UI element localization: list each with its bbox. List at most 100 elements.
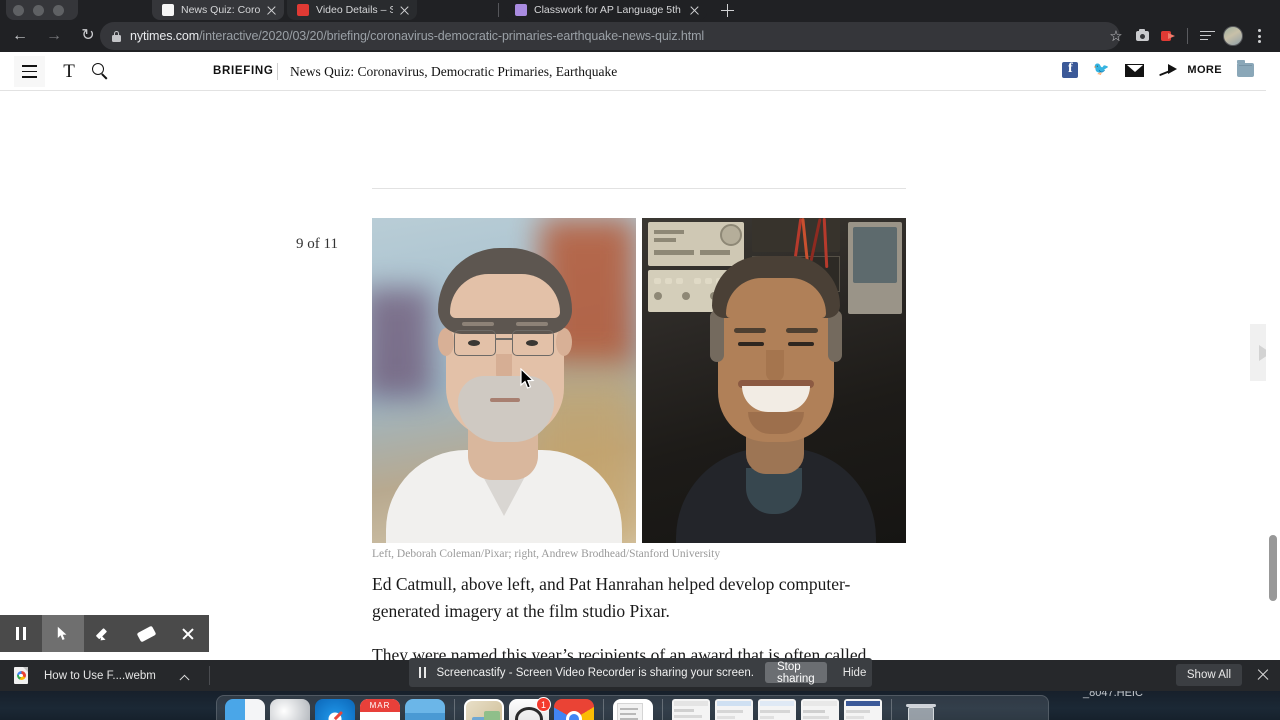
minimized-window[interactable]	[844, 699, 882, 720]
tab-divider	[498, 3, 499, 17]
tab-strip: News Quiz: Coronavirus, Democ Video Deta…	[0, 0, 1280, 20]
close-downloads-bar-icon[interactable]	[1256, 668, 1270, 682]
omnibox-actions: ☆	[1103, 22, 1272, 50]
email-icon[interactable]	[1125, 63, 1145, 77]
url-path: /interactive/2020/03/20/briefing/coronav…	[199, 29, 705, 43]
photo-pair	[372, 218, 906, 543]
minimized-window[interactable]	[801, 699, 839, 720]
eraser-tool-button[interactable]	[125, 615, 167, 652]
sharing-message: Screencastify - Screen Video Recorder is…	[436, 666, 754, 679]
maximize-window-button[interactable]	[53, 4, 64, 16]
tab-news-quiz[interactable]: News Quiz: Coronavirus, Democ	[152, 0, 284, 20]
mail-icon[interactable]: 1	[509, 697, 551, 720]
star-glyph: ☆	[1109, 27, 1123, 45]
minimize-window-button[interactable]	[33, 4, 44, 16]
window-traffic-lights[interactable]	[6, 0, 78, 20]
section-divider	[372, 188, 906, 189]
profile-avatar[interactable]	[1220, 22, 1246, 50]
tab-close-icon[interactable]	[688, 4, 701, 17]
back-arrow-icon: ←	[12, 27, 28, 44]
eraser-icon	[136, 625, 157, 642]
tab-close-icon[interactable]	[398, 4, 411, 17]
downloads-divider	[209, 666, 210, 685]
mail-badge: 1	[536, 697, 551, 712]
pen-icon	[96, 626, 112, 643]
google-classroom-favicon	[515, 4, 527, 16]
close-toolbar-button[interactable]	[167, 615, 209, 652]
reading-list-icon[interactable]	[1194, 22, 1220, 50]
menu-icon[interactable]	[14, 56, 45, 87]
share-more-label: MORE	[1187, 64, 1222, 76]
photo-ed-catmull	[372, 218, 636, 543]
chevron-up-icon[interactable]	[178, 668, 194, 684]
trash-icon[interactable]	[901, 699, 941, 720]
screencastify-toolbar	[0, 615, 209, 652]
screenshot-camera-icon[interactable]	[1129, 22, 1155, 50]
notes-icon[interactable]	[405, 699, 445, 720]
photo-credit: Left, Deborah Coleman/Pixar; right, Andr…	[372, 548, 721, 560]
close-window-button[interactable]	[13, 4, 24, 16]
tab-title: News Quiz: Coronavirus, Democ	[181, 4, 260, 16]
reload-icon: ↻	[81, 27, 95, 44]
finder-icon[interactable]	[225, 699, 265, 720]
close-icon	[181, 627, 195, 641]
share-more-button[interactable]: MORE	[1159, 63, 1222, 77]
lock-icon	[112, 30, 121, 42]
screencastify-favicon	[297, 4, 309, 16]
url-domain: nytimes.com	[130, 29, 200, 43]
safari-icon[interactable]	[315, 699, 355, 720]
pause-recording-button[interactable]	[0, 615, 42, 652]
mac-dock: MAR 1	[216, 695, 1049, 720]
screencastify-extension-icon[interactable]	[1155, 22, 1181, 50]
hide-sharing-bar-button[interactable]: Hide	[843, 667, 867, 679]
back-button[interactable]: ←	[6, 22, 34, 50]
calendar-icon[interactable]: MAR	[360, 699, 400, 720]
toolbar-divider	[1187, 28, 1188, 44]
cursor-tool-icon	[57, 626, 67, 640]
chrome-icon[interactable]	[554, 699, 594, 720]
tab-close-icon[interactable]	[265, 4, 278, 17]
page-title: News Quiz: Coronavirus, Democratic Prima…	[290, 64, 618, 79]
bookmark-star-icon[interactable]: ☆	[1103, 22, 1129, 50]
search-icon[interactable]	[92, 63, 111, 82]
new-tab-button[interactable]	[718, 1, 737, 19]
dock-divider	[603, 698, 604, 720]
pen-tool-button[interactable]	[84, 615, 126, 652]
save-folder-icon[interactable]	[1237, 60, 1254, 77]
photos-icon[interactable]	[464, 699, 504, 720]
cursor-tool-button[interactable]	[41, 615, 84, 652]
nyt-logo[interactable]: T	[58, 62, 80, 82]
url-text: nytimes.com/interactive/2020/03/20/brief…	[130, 29, 704, 43]
siri-icon[interactable]	[270, 699, 310, 720]
kicker-divider	[277, 63, 278, 80]
download-item[interactable]: How to Use F....webm	[14, 664, 194, 687]
reload-button[interactable]: ↻	[74, 22, 102, 50]
section-kicker[interactable]: BRIEFING	[213, 65, 274, 77]
chrome-menu-icon[interactable]	[1246, 22, 1272, 50]
nyt-site-header: T BRIEFING News Quiz: Coronavirus, Democ…	[0, 52, 1280, 91]
tab-video-details[interactable]: Video Details – Screencastify	[287, 0, 417, 20]
article-body: 9 of 11 Left, Deborah Coleman/Pixar; rig…	[0, 91, 1280, 660]
forward-button[interactable]: →	[40, 22, 68, 50]
minimized-window[interactable]	[672, 699, 710, 720]
pause-icon	[419, 667, 426, 678]
mouse-cursor	[520, 368, 535, 389]
address-bar[interactable]: nytimes.com/interactive/2020/03/20/brief…	[100, 22, 1120, 50]
preview-icon[interactable]	[613, 699, 653, 720]
calendar-month-label: MAR	[360, 699, 400, 712]
show-all-downloads-button[interactable]: Show All	[1175, 664, 1242, 686]
minimized-window[interactable]	[758, 699, 796, 720]
download-file-name: How to Use F....webm	[44, 669, 156, 682]
page-scrollbar[interactable]	[1266, 52, 1280, 660]
desktop-file-label: _8047.HEIC	[1083, 691, 1143, 699]
stop-sharing-button[interactable]: Stop sharing	[764, 661, 827, 685]
minimized-window[interactable]	[715, 699, 753, 720]
downloads-right-actions: Show All	[1175, 664, 1270, 686]
scrollbar-thumb[interactable]	[1269, 535, 1277, 601]
tab-classwork[interactable]: Classwork for AP Language 5th	[505, 0, 707, 20]
twitter-icon[interactable]	[1093, 61, 1110, 77]
webm-file-icon	[14, 667, 28, 684]
browser-chrome: News Quiz: Coronavirus, Democ Video Deta…	[0, 0, 1280, 52]
nyt-favicon	[162, 4, 174, 16]
facebook-icon[interactable]	[1062, 61, 1079, 78]
